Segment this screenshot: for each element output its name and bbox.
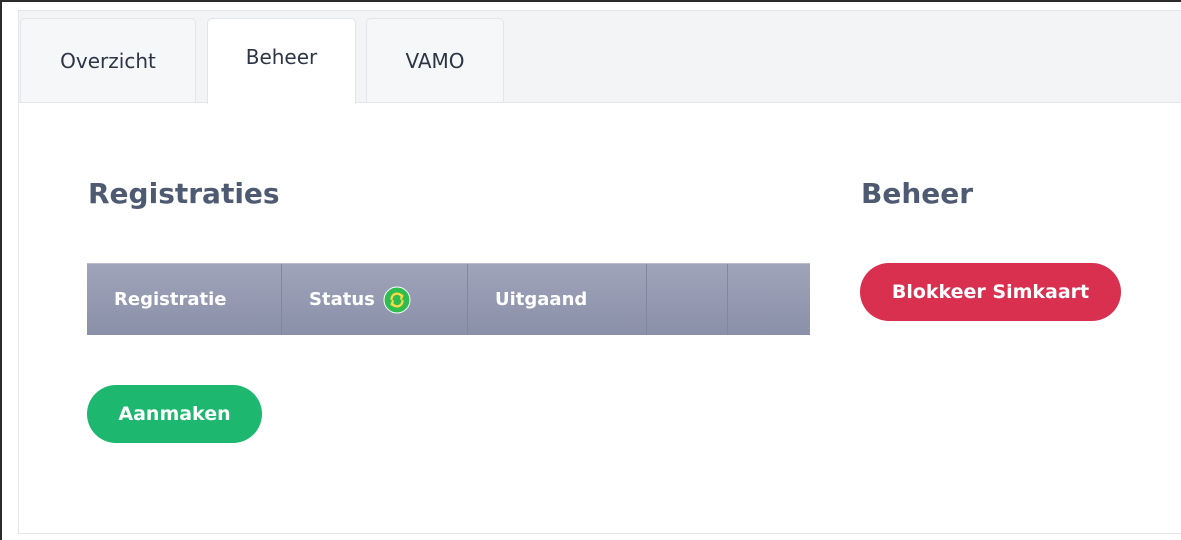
tab-vamo[interactable]: VAMO [366,18,504,102]
column-header-uitgaand-label: Uitgaand [495,289,588,310]
beheer-heading: Beheer [861,177,974,210]
column-header-registratie[interactable]: Registratie [87,264,282,335]
aanmaken-button[interactable]: Aanmaken [87,385,262,443]
column-header-status[interactable]: Status [282,264,468,335]
refresh-icon[interactable] [383,286,411,314]
tab-bar: Overzicht Beheer VAMO [19,11,1181,104]
blokkeer-simkaart-button[interactable]: Blokkeer Simkaart [860,263,1121,321]
registraties-table-header: Registratie Status Uitgaand [87,263,810,335]
column-header-empty-1 [647,264,728,335]
content-panel: Overzicht Beheer VAMO Registraties Regis… [18,10,1181,534]
column-header-registratie-label: Registratie [114,289,227,310]
column-header-empty-2 [728,264,810,335]
column-header-status-label: Status [309,289,375,310]
tab-overzicht[interactable]: Overzicht [20,18,196,102]
registraties-heading: Registraties [88,177,280,210]
tab-beheer[interactable]: Beheer [207,18,356,104]
window-frame: Overzicht Beheer VAMO Registraties Regis… [0,0,1181,540]
column-header-uitgaand[interactable]: Uitgaand [468,264,647,335]
